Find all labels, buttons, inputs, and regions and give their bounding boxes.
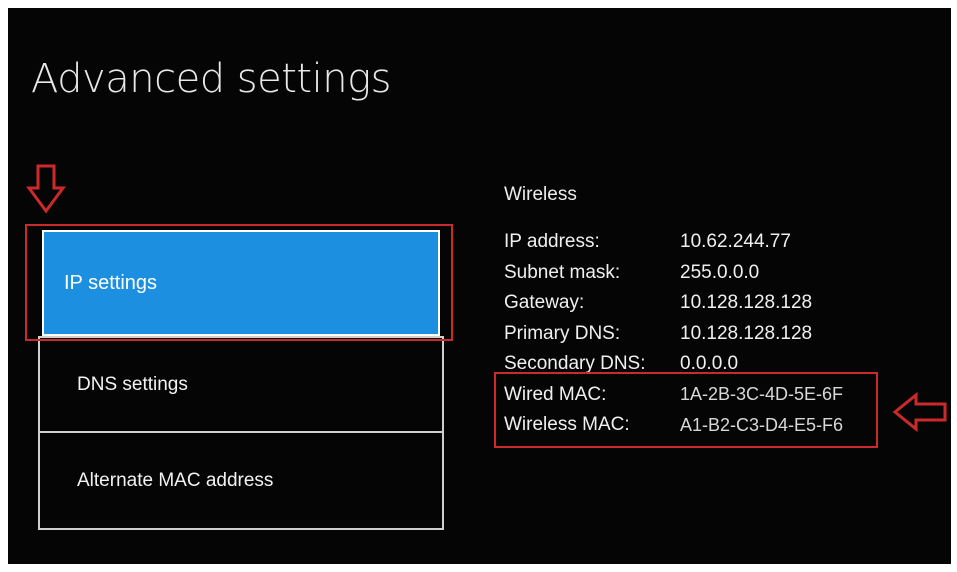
menu-item-label: Alternate MAC address (77, 469, 274, 491)
ip-address-value: 10.62.244.77 (680, 231, 791, 253)
gateway-value: 10.128.128.128 (680, 292, 813, 314)
menu-item-dns-settings[interactable]: DNS settings (38, 336, 444, 433)
primary-dns-value: 10.128.128.128 (680, 322, 813, 344)
menu-item-label: DNS settings (77, 373, 188, 395)
ip-address-label: IP address: (504, 231, 600, 253)
left-arrow-annotation-icon (892, 392, 947, 432)
gateway-label: Gateway: (504, 292, 585, 314)
gateway-row: Gateway: 10.128.128.128 (504, 288, 843, 319)
down-arrow-annotation-icon (26, 164, 66, 214)
console-screen: Advanced settings IP settings DNS settin… (8, 8, 951, 564)
network-type-heading: Wireless (504, 184, 577, 205)
mac-address-highlight (494, 372, 878, 448)
subnet-mask-label: Subnet mask: (504, 261, 621, 283)
page-title: Advanced settings (31, 56, 391, 102)
subnet-mask-value: 255.0.0.0 (680, 261, 760, 283)
ip-address-row: IP address: 10.62.244.77 (504, 227, 843, 258)
primary-dns-row: Primary DNS: 10.128.128.128 (504, 319, 843, 350)
menu-item-alternate-mac-address[interactable]: Alternate MAC address (38, 433, 444, 530)
primary-dns-label: Primary DNS: (504, 322, 621, 344)
ip-settings-highlight (25, 224, 453, 341)
subnet-mask-row: Subnet mask: 255.0.0.0 (504, 258, 843, 289)
